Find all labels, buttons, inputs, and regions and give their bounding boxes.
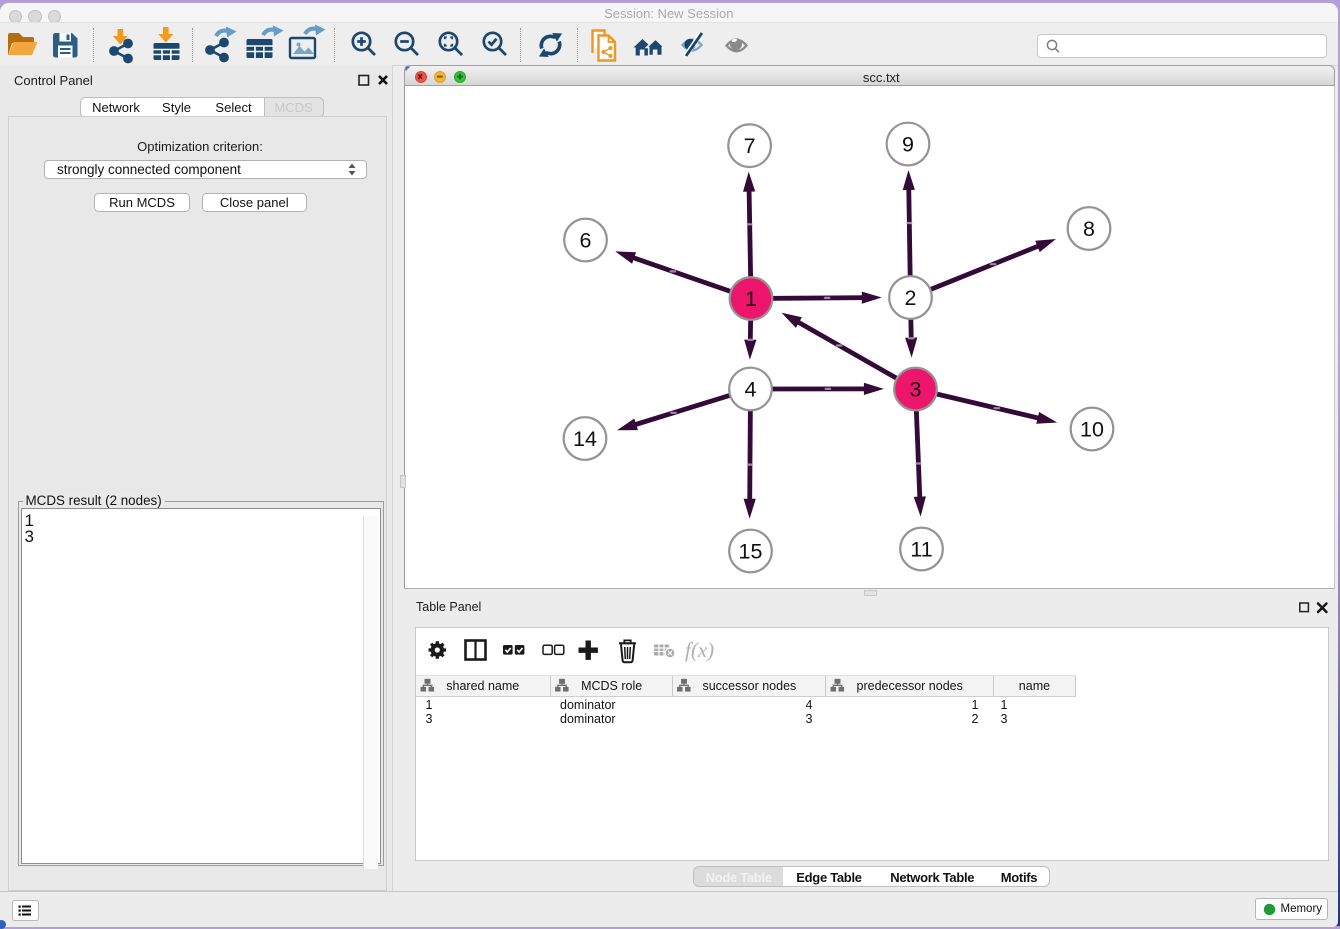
svg-text:14: 14 <box>573 427 597 451</box>
svg-text:1: 1 <box>745 287 757 311</box>
svg-text:9: 9 <box>902 133 914 157</box>
svg-text:4: 4 <box>745 378 757 402</box>
svg-text:8: 8 <box>1083 217 1095 241</box>
svg-text:15: 15 <box>739 540 763 564</box>
svg-text:10: 10 <box>1080 418 1104 442</box>
svg-text:3: 3 <box>910 378 922 402</box>
svg-text:2: 2 <box>905 286 917 310</box>
svg-text:7: 7 <box>744 134 756 158</box>
svg-text:f(x): f(x) <box>685 638 714 662</box>
svg-text:6: 6 <box>580 229 592 253</box>
svg-text:11: 11 <box>910 538 932 562</box>
